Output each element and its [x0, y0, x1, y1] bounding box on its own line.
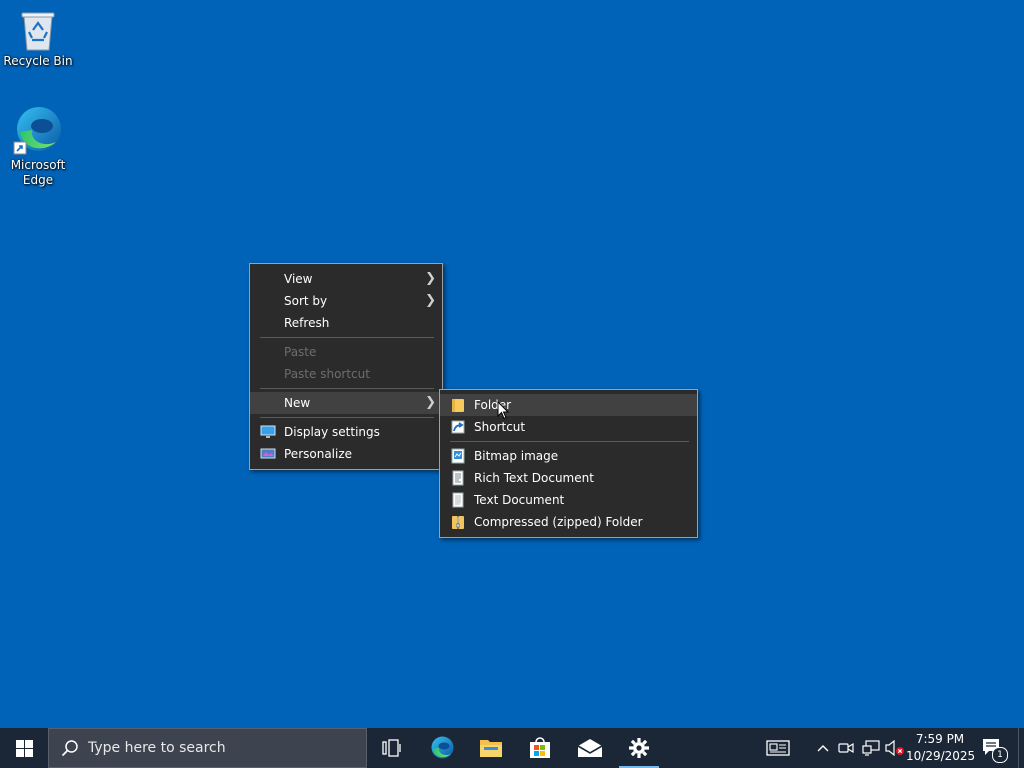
taskbar-file-explorer-button[interactable]: [467, 728, 515, 768]
taskbar-settings-button[interactable]: [615, 728, 663, 768]
menu-item-view-label: View: [284, 272, 313, 286]
mail-icon: [577, 739, 603, 757]
personalize-icon: [260, 448, 276, 459]
menu-item-display-settings[interactable]: Display settings: [250, 421, 442, 443]
network-icon: [862, 740, 880, 756]
menu-item-refresh-label: Refresh: [284, 316, 330, 330]
submenu-item-shortcut[interactable]: Shortcut: [440, 416, 697, 438]
task-view-button[interactable]: [368, 728, 416, 768]
file-explorer-icon: [480, 740, 502, 757]
recycle-bin-label: Recycle Bin: [3, 54, 73, 68]
submenu-item-bitmap-image[interactable]: Bitmap image: [440, 445, 697, 467]
meet-now-icon: [838, 742, 854, 754]
recycle-bin-icon: [21, 12, 55, 51]
search-placeholder: Type here to search: [88, 740, 226, 756]
menu-item-paste-shortcut-label: Paste shortcut: [284, 367, 370, 381]
search-icon: [61, 740, 78, 757]
menu-item-sort-by-label: Sort by: [284, 294, 328, 308]
taskbar: Type here to search 7:59 PM 10/29/2025 1: [0, 728, 1024, 768]
notification-count-badge: 1: [992, 747, 1008, 763]
menu-item-new-label: New: [284, 396, 311, 410]
bitmap-icon: [451, 448, 465, 464]
chevron-up-icon: [817, 745, 829, 752]
news-widget-button[interactable]: [760, 728, 796, 768]
chevron-right-icon: ❯: [425, 293, 436, 308]
chevron-right-icon: ❯: [425, 395, 436, 410]
clock-time: 7:59 PM: [915, 732, 965, 746]
new-submenu: Folder Shortcut Bitmap image Rich Text D…: [439, 389, 698, 538]
menu-item-new[interactable]: New ❯: [250, 392, 442, 414]
news-icon: [766, 740, 790, 756]
submenu-item-bitmap-image-label: Bitmap image: [474, 449, 559, 463]
desktop-context-menu: View ❯ Sort by ❯ Refresh Paste Paste sho…: [249, 263, 443, 470]
show-desktop-button[interactable]: [1018, 728, 1024, 768]
volume-muted-icon: [885, 740, 904, 756]
desktop-icon-edge[interactable]: Microsoft Edge: [0, 104, 76, 188]
zip-folder-icon: [452, 516, 464, 529]
submenu-item-compressed-folder-label: Compressed (zipped) Folder: [474, 515, 643, 529]
menu-item-view[interactable]: View ❯: [250, 268, 442, 290]
notification-center-button[interactable]: 1: [978, 728, 1008, 768]
menu-item-display-settings-label: Display settings: [284, 425, 380, 439]
windows-logo-icon: [15, 739, 33, 757]
menu-item-paste-shortcut[interactable]: Paste shortcut: [250, 363, 442, 385]
menu-item-personalize-label: Personalize: [284, 447, 353, 461]
network-button[interactable]: [860, 728, 882, 768]
folder-icon: [452, 399, 464, 412]
search-box[interactable]: Type here to search: [48, 728, 367, 768]
menu-item-refresh[interactable]: Refresh: [250, 312, 442, 334]
submenu-separator: [450, 441, 689, 442]
display-settings-icon: [260, 425, 276, 438]
menu-separator: [260, 337, 434, 338]
submenu-item-folder[interactable]: Folder: [440, 394, 697, 416]
rich-text-icon: [452, 470, 464, 486]
submenu-item-text-document-label: Text Document: [474, 493, 565, 507]
menu-item-sort-by[interactable]: Sort by ❯: [250, 290, 442, 312]
mouse-cursor-icon: [497, 401, 509, 420]
task-view-icon: [382, 739, 401, 757]
show-hidden-icons-button[interactable]: [814, 728, 832, 768]
store-icon: [530, 737, 550, 758]
clock-date: 10/29/2025: [906, 749, 976, 763]
menu-item-paste[interactable]: Paste: [250, 341, 442, 363]
shortcut-icon: [451, 420, 465, 434]
menu-item-paste-label: Paste: [284, 345, 317, 359]
submenu-item-rich-text-document-label: Rich Text Document: [474, 471, 594, 485]
menu-separator: [260, 388, 434, 389]
edge-label: Microsoft Edge: [10, 158, 66, 187]
edge-icon: [431, 736, 454, 759]
submenu-item-shortcut-label: Shortcut: [474, 420, 526, 434]
meet-now-button[interactable]: [836, 728, 856, 768]
submenu-item-rich-text-document[interactable]: Rich Text Document: [440, 467, 697, 489]
text-document-icon: [452, 492, 464, 508]
submenu-item-text-document[interactable]: Text Document: [440, 489, 697, 511]
volume-button[interactable]: [884, 728, 906, 768]
edge-icon: [13, 107, 61, 155]
menu-separator: [260, 417, 434, 418]
submenu-item-compressed-folder[interactable]: Compressed (zipped) Folder: [440, 511, 697, 533]
desktop-icon-recycle-bin[interactable]: Recycle Bin: [0, 8, 76, 69]
start-button[interactable]: [0, 728, 48, 768]
taskbar-store-button[interactable]: [516, 728, 564, 768]
clock[interactable]: 7:59 PM 10/29/2025: [906, 728, 976, 768]
menu-item-personalize[interactable]: Personalize: [250, 443, 442, 465]
taskbar-mail-button[interactable]: [566, 728, 614, 768]
taskbar-edge-button[interactable]: [418, 728, 466, 768]
settings-icon: [629, 738, 649, 758]
chevron-right-icon: ❯: [425, 271, 436, 286]
